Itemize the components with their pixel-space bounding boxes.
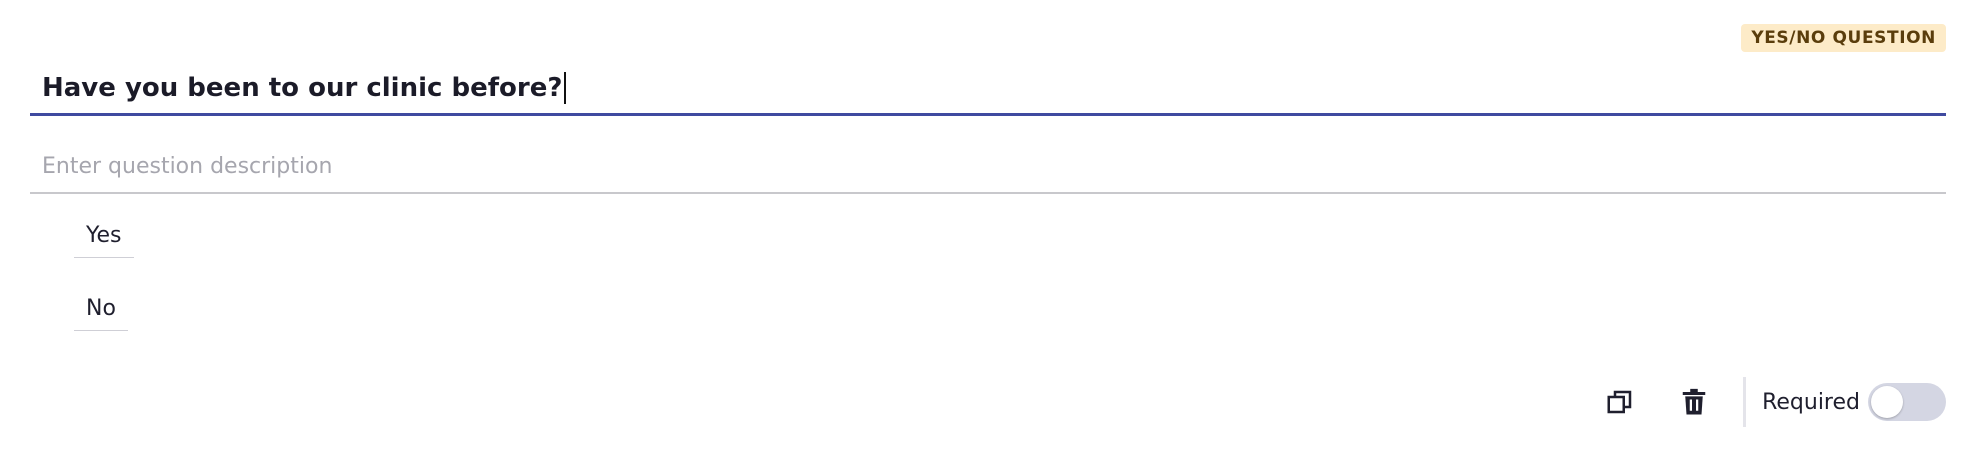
option-label[interactable]: No — [86, 296, 116, 321]
question-toolbar: Required — [1569, 376, 1946, 428]
question-card: YES/NO QUESTION Have you been to our cli… — [0, 0, 1986, 454]
duplicate-button[interactable] — [1597, 379, 1643, 425]
question-description-field[interactable]: Enter question description — [30, 140, 1946, 194]
option-label[interactable]: Yes — [86, 223, 122, 248]
required-label: Required — [1762, 389, 1860, 415]
question-title-text[interactable]: Have you been to our clinic before? — [42, 73, 562, 103]
duplicate-icon — [1607, 390, 1632, 414]
text-cursor — [564, 71, 567, 104]
toolbar-divider — [1743, 377, 1747, 427]
required-toggle[interactable] — [1868, 383, 1946, 421]
option-yes[interactable]: Yes — [74, 214, 134, 258]
question-title-field[interactable]: Have you been to our clinic before? — [30, 62, 1946, 116]
delete-button[interactable] — [1671, 379, 1717, 425]
trash-icon — [1682, 388, 1706, 415]
question-type-badge: YES/NO QUESTION — [1741, 24, 1946, 52]
toggle-knob — [1871, 386, 1903, 418]
option-no[interactable]: No — [74, 287, 128, 331]
